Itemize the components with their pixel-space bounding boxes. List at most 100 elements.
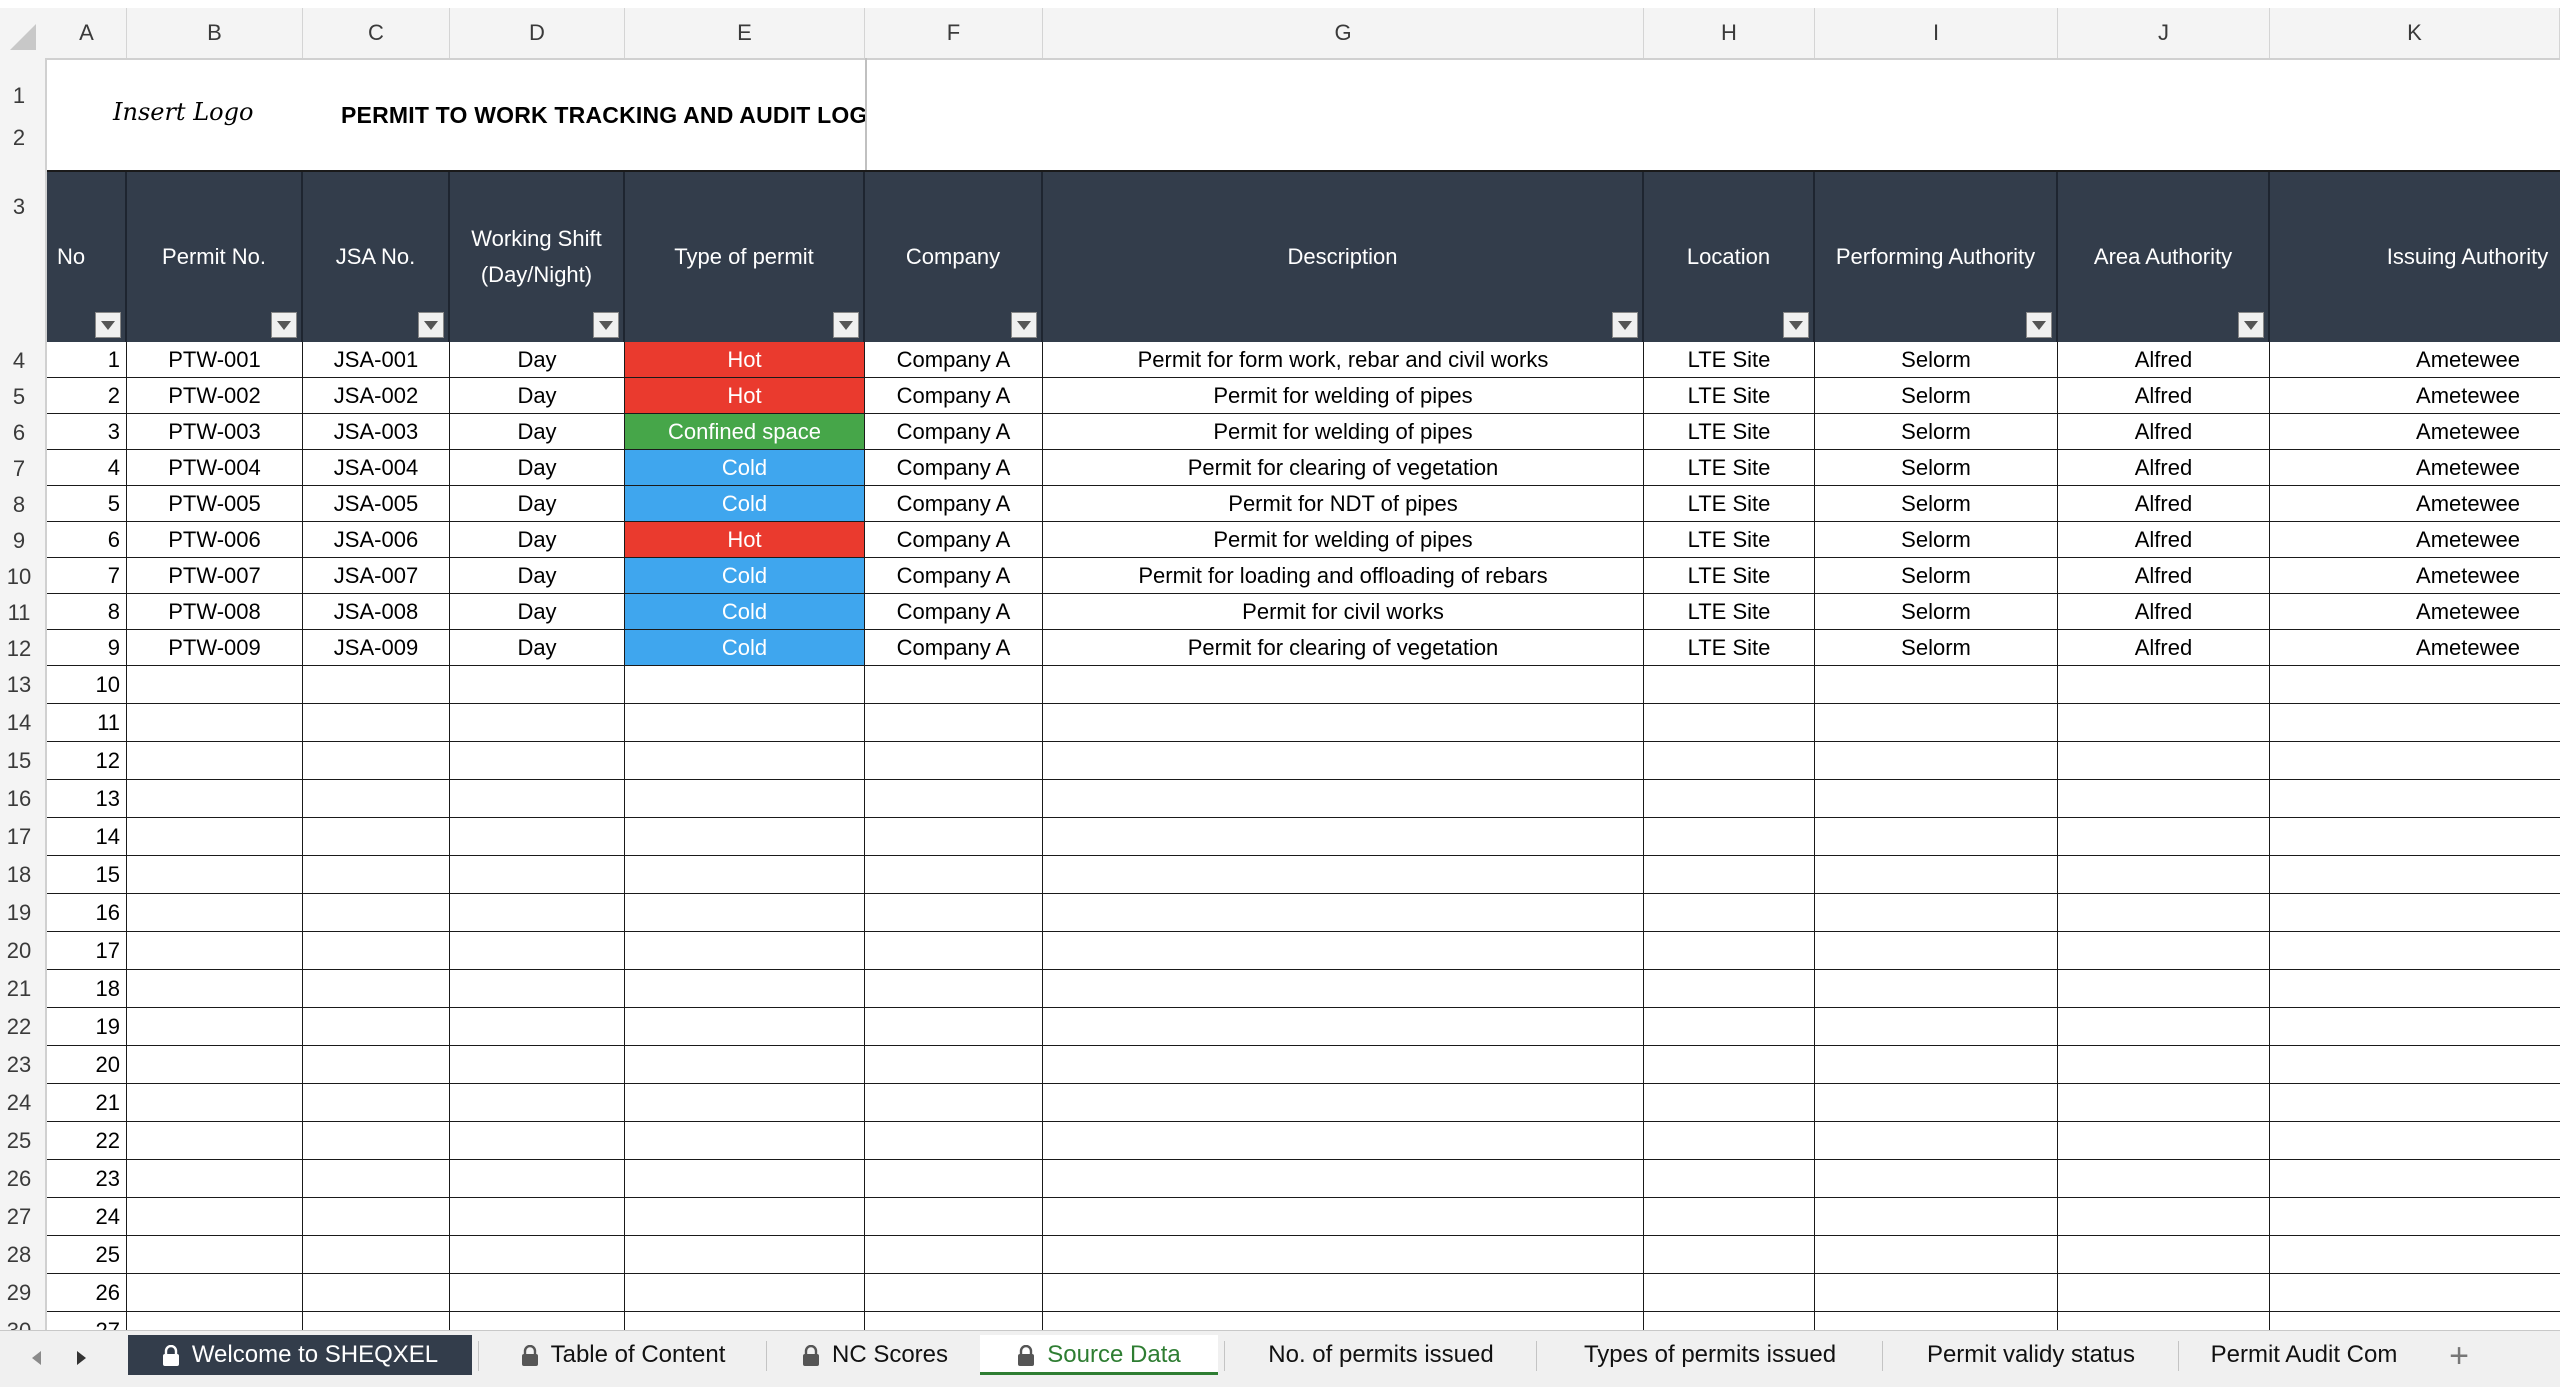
cell-no[interactable]: 15 — [47, 856, 127, 894]
cell-location[interactable]: LTE Site — [1644, 522, 1815, 558]
cell-shift[interactable]: Day — [450, 630, 625, 666]
cell-performing[interactable]: Selorm — [1815, 414, 2058, 450]
cell-issuing[interactable]: Ametewee — [2270, 450, 2560, 486]
cell-area[interactable] — [2058, 1236, 2270, 1274]
cell-jsa[interactable] — [303, 666, 450, 704]
cell-no[interactable]: 5 — [47, 486, 127, 522]
tab-scroll-left-button[interactable] — [22, 1343, 52, 1373]
cell-jsa[interactable] — [303, 970, 450, 1008]
cell-location[interactable] — [1644, 1160, 1815, 1198]
cell-jsa[interactable] — [303, 1122, 450, 1160]
cell-no[interactable]: 25 — [47, 1236, 127, 1274]
cell-performing[interactable] — [1815, 666, 2058, 704]
cell-shift[interactable]: Day — [450, 414, 625, 450]
sheet-tab-3[interactable]: NC Scores — [774, 1335, 976, 1375]
column-header-f[interactable]: F — [865, 8, 1043, 58]
cell-description[interactable] — [1043, 1236, 1644, 1274]
cell-shift[interactable] — [450, 704, 625, 742]
cell-no[interactable]: 13 — [47, 780, 127, 818]
cell-location[interactable]: LTE Site — [1644, 378, 1815, 414]
cell-no[interactable]: 14 — [47, 818, 127, 856]
cell-performing[interactable] — [1815, 894, 2058, 932]
cell-company[interactable]: Company A — [865, 594, 1043, 630]
cell-description[interactable] — [1043, 704, 1644, 742]
row-header-25[interactable]: 25 — [0, 1127, 38, 1155]
cell-no[interactable]: 11 — [47, 704, 127, 742]
cell-performing[interactable]: Selorm — [1815, 450, 2058, 486]
row-header-11[interactable]: 11 — [0, 599, 38, 627]
cell-no[interactable]: 22 — [47, 1122, 127, 1160]
cell-type[interactable]: Hot — [625, 378, 865, 414]
cell-location[interactable]: LTE Site — [1644, 630, 1815, 666]
cell-performing[interactable] — [1815, 1046, 2058, 1084]
cell-issuing[interactable] — [2270, 894, 2560, 932]
cell-description[interactable] — [1043, 666, 1644, 704]
cell-no[interactable]: 8 — [47, 594, 127, 630]
column-header-c[interactable]: C — [303, 8, 450, 58]
cell-type[interactable] — [625, 818, 865, 856]
filter-dropdown-icon[interactable] — [1783, 312, 1809, 338]
cell-location[interactable] — [1644, 780, 1815, 818]
column-header-i[interactable]: I — [1815, 8, 2058, 58]
column-header-e[interactable]: E — [625, 8, 865, 58]
cell-issuing[interactable] — [2270, 1236, 2560, 1274]
cell-type[interactable] — [625, 1160, 865, 1198]
cell-shift[interactable]: Day — [450, 486, 625, 522]
column-header-g[interactable]: G — [1043, 8, 1644, 58]
cell-issuing[interactable] — [2270, 1198, 2560, 1236]
cell-no[interactable]: 1 — [47, 342, 127, 378]
cell-performing[interactable] — [1815, 1008, 2058, 1046]
column-header-k[interactable]: K — [2270, 8, 2560, 58]
cell-type[interactable] — [625, 1274, 865, 1312]
row-header-16[interactable]: 16 — [0, 785, 38, 813]
cell-location[interactable]: LTE Site — [1644, 342, 1815, 378]
cell-issuing[interactable] — [2270, 1046, 2560, 1084]
cell-location[interactable] — [1644, 666, 1815, 704]
row-header-13[interactable]: 13 — [0, 671, 38, 699]
cell-no[interactable]: 18 — [47, 970, 127, 1008]
sheet-tab-4[interactable]: Source Data — [980, 1335, 1218, 1375]
cell-area[interactable]: Alfred — [2058, 522, 2270, 558]
cell-area[interactable] — [2058, 780, 2270, 818]
cell-area[interactable] — [2058, 666, 2270, 704]
cell-area[interactable] — [2058, 1312, 2270, 1330]
cell-area[interactable]: Alfred — [2058, 594, 2270, 630]
cell-permit[interactable]: PTW-001 — [127, 342, 303, 378]
row-header-14[interactable]: 14 — [0, 709, 38, 737]
column-header-d[interactable]: D — [450, 8, 625, 58]
cell-type[interactable]: Confined space — [625, 414, 865, 450]
cell-shift[interactable] — [450, 780, 625, 818]
filter-dropdown-icon[interactable] — [833, 312, 859, 338]
cell-no[interactable]: 20 — [47, 1046, 127, 1084]
cell-location[interactable]: LTE Site — [1644, 558, 1815, 594]
cell-location[interactable] — [1644, 856, 1815, 894]
cell-description[interactable]: Permit for welding of pipes — [1043, 522, 1644, 558]
cell-performing[interactable] — [1815, 704, 2058, 742]
cell-description[interactable] — [1043, 932, 1644, 970]
cell-area[interactable]: Alfred — [2058, 450, 2270, 486]
cell-area[interactable] — [2058, 1160, 2270, 1198]
row-header-23[interactable]: 23 — [0, 1051, 38, 1079]
filter-dropdown-icon[interactable] — [1612, 312, 1638, 338]
row-header-12[interactable]: 12 — [0, 635, 38, 663]
sheet-tab-6[interactable]: Types of permits issued — [1544, 1335, 1876, 1375]
row-header-19[interactable]: 19 — [0, 899, 38, 927]
cell-company[interactable] — [865, 1236, 1043, 1274]
cell-jsa[interactable] — [303, 1084, 450, 1122]
cell-location[interactable]: LTE Site — [1644, 450, 1815, 486]
cell-type[interactable] — [625, 894, 865, 932]
cell-description[interactable]: Permit for clearing of vegetation — [1043, 630, 1644, 666]
cell-permit[interactable] — [127, 1274, 303, 1312]
row-header-28[interactable]: 28 — [0, 1241, 38, 1269]
cell-shift[interactable] — [450, 970, 625, 1008]
cell-company[interactable] — [865, 1122, 1043, 1160]
cell-company[interactable] — [865, 1274, 1043, 1312]
cell-jsa[interactable] — [303, 932, 450, 970]
sheet-tab-1[interactable]: Welcome to SHEQXEL — [128, 1335, 472, 1375]
row-header-29[interactable]: 29 — [0, 1279, 38, 1307]
cell-jsa[interactable] — [303, 856, 450, 894]
column-header-j[interactable]: J — [2058, 8, 2270, 58]
row-header-21[interactable]: 21 — [0, 975, 38, 1003]
row-header-3[interactable]: 3 — [0, 193, 38, 221]
row-header-17[interactable]: 17 — [0, 823, 38, 851]
